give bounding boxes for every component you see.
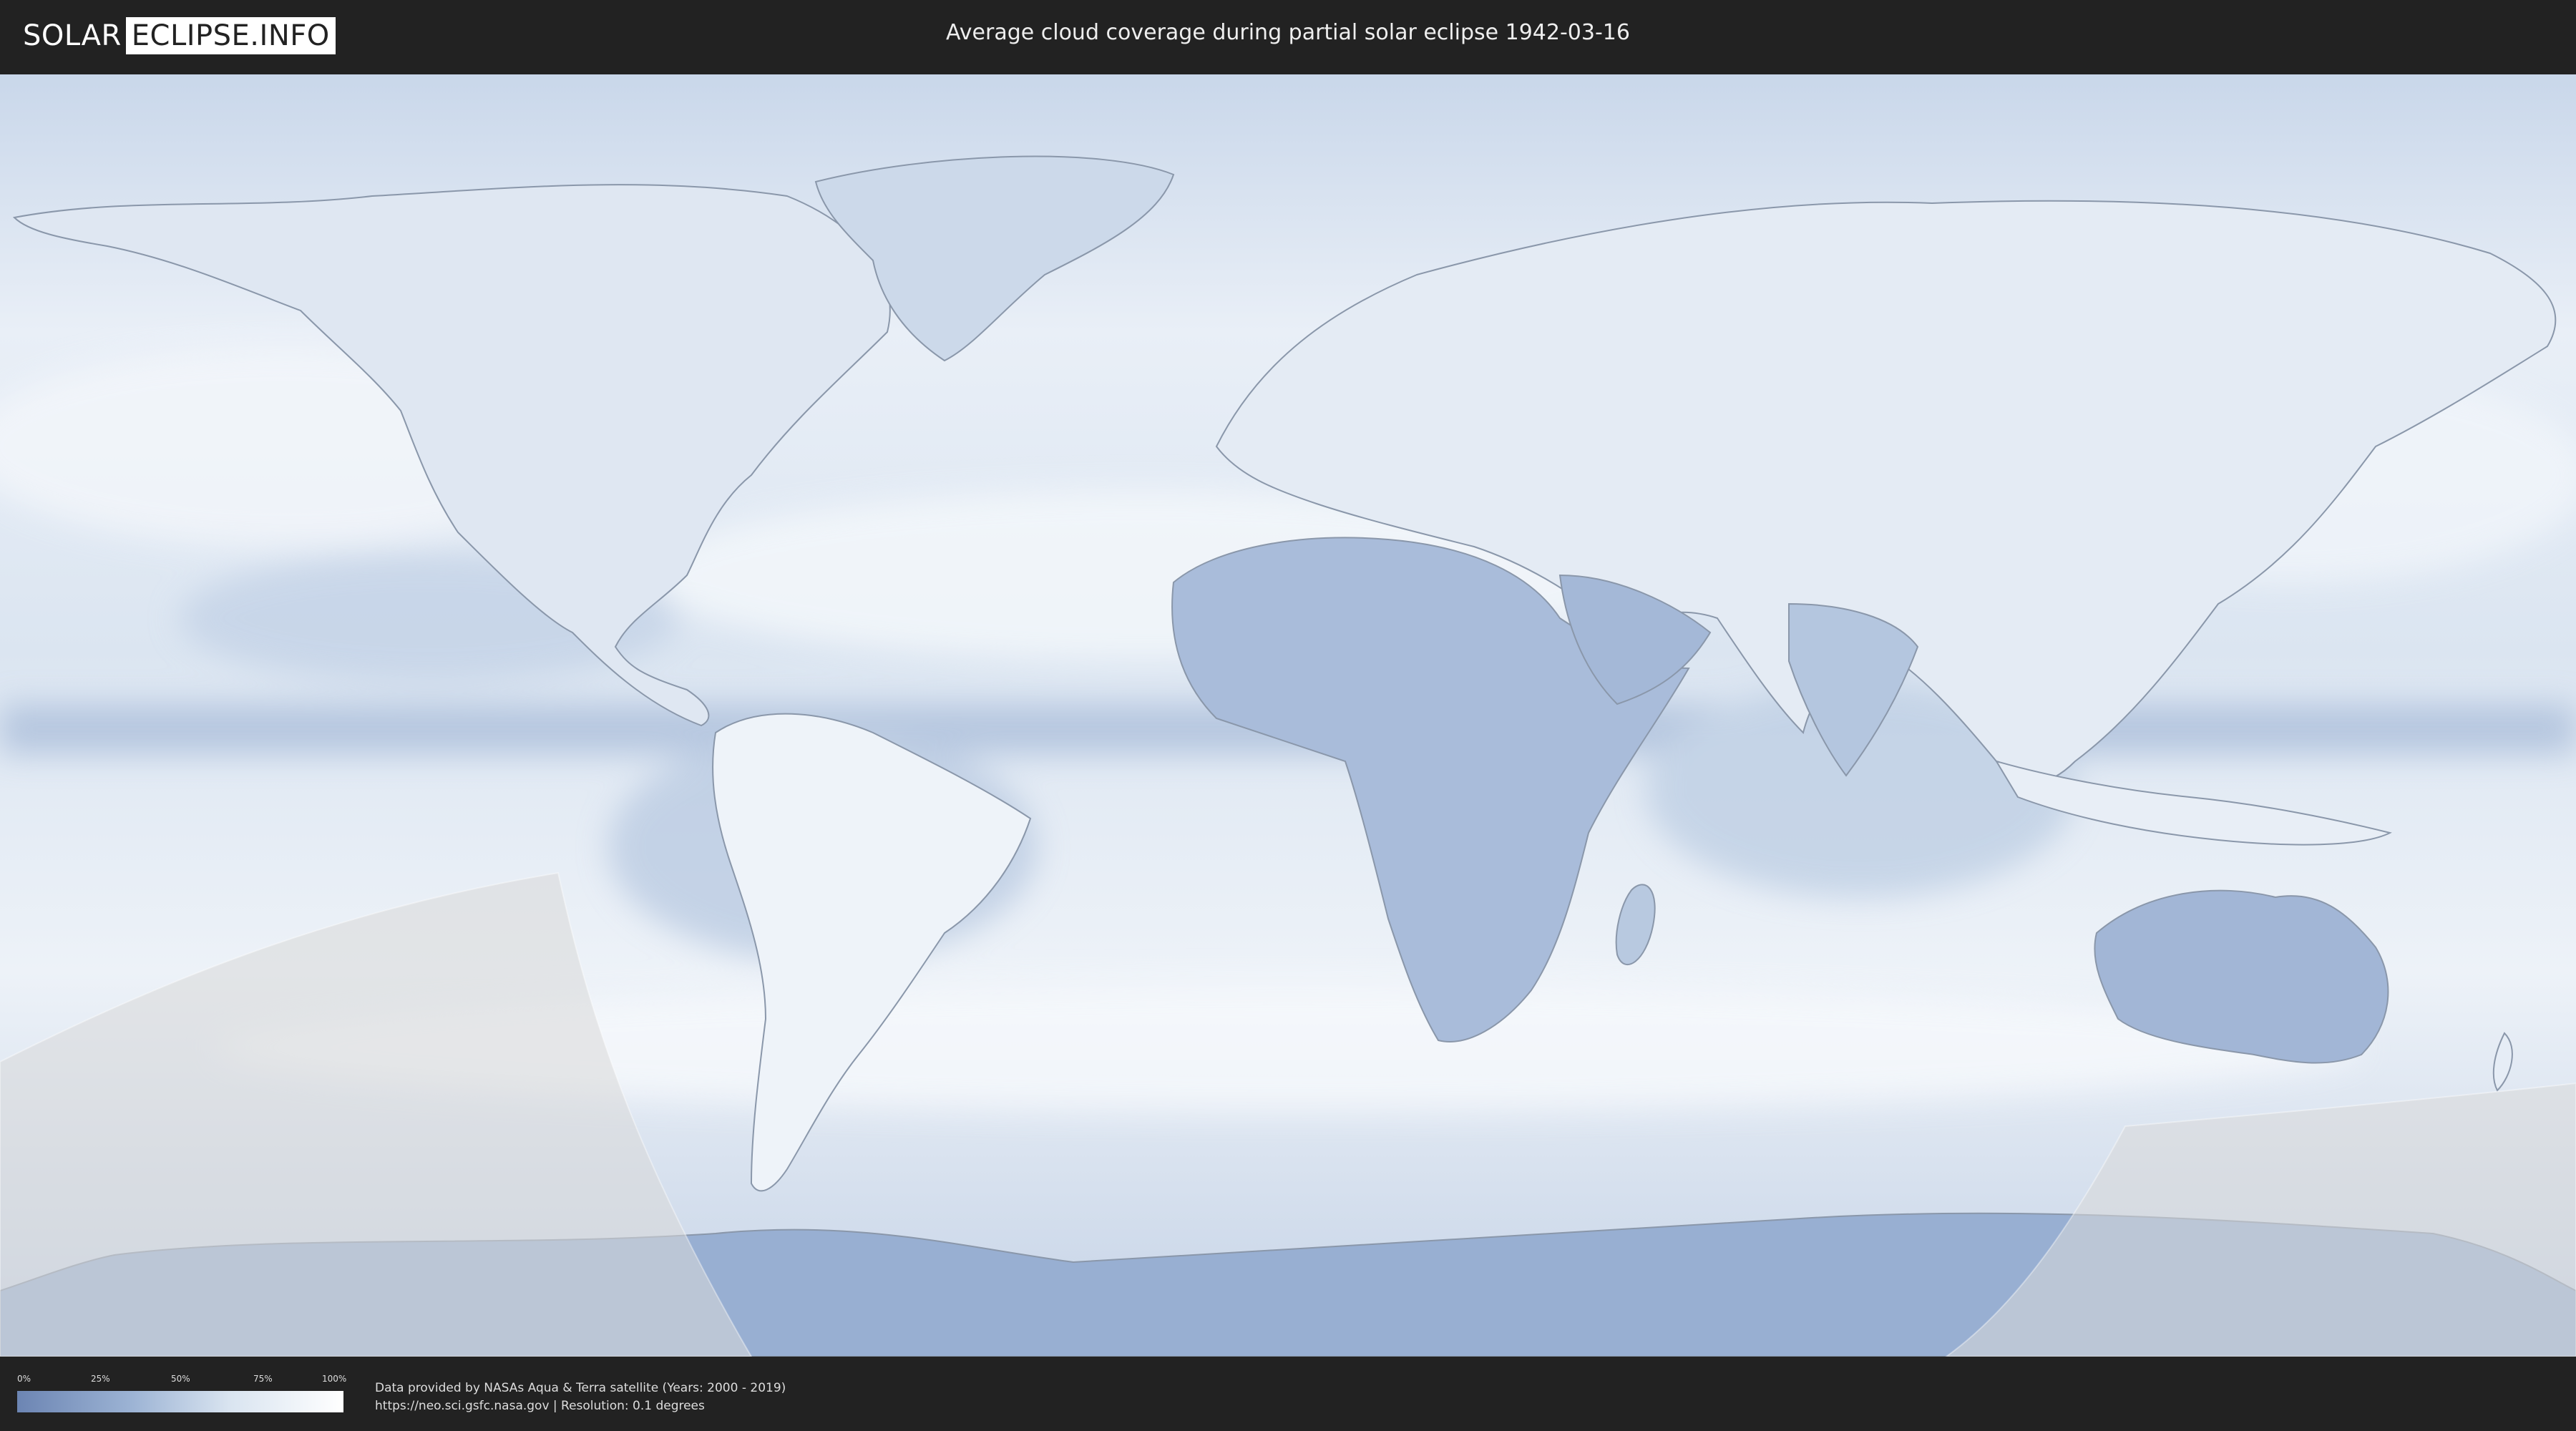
page-title: Average cloud coverage during partial so… <box>946 20 1630 45</box>
credits-line-source: Data provided by NASAs Aqua & Terra sate… <box>375 1381 786 1395</box>
legend-tick-0: 0% <box>17 1374 31 1384</box>
legend-ticks: 0% 25% 50% 75% 100% <box>17 1374 347 1388</box>
top-bar: SOLAR ECLIPSE.INFO Average cloud coverag… <box>0 0 2576 72</box>
footer-bar: 0% 25% 50% 75% 100% Data provided by NAS… <box>0 1359 2576 1431</box>
legend-tick-75: 75% <box>253 1374 273 1384</box>
legend-tick-25: 25% <box>91 1374 110 1384</box>
legend-gradient-bar <box>17 1391 343 1412</box>
legend-tick-50: 50% <box>171 1374 190 1384</box>
cloud-coverage-map <box>0 74 2576 1357</box>
world-map-svg <box>0 74 2576 1357</box>
data-credits: Data provided by NASAs Aqua & Terra sate… <box>375 1379 786 1415</box>
cloud-coverage-legend: 0% 25% 50% 75% 100% <box>17 1374 347 1421</box>
legend-tick-100: 100% <box>322 1374 347 1384</box>
credits-line-resolution[interactable]: https://neo.sci.gsfc.nasa.gov | Resoluti… <box>375 1397 786 1415</box>
